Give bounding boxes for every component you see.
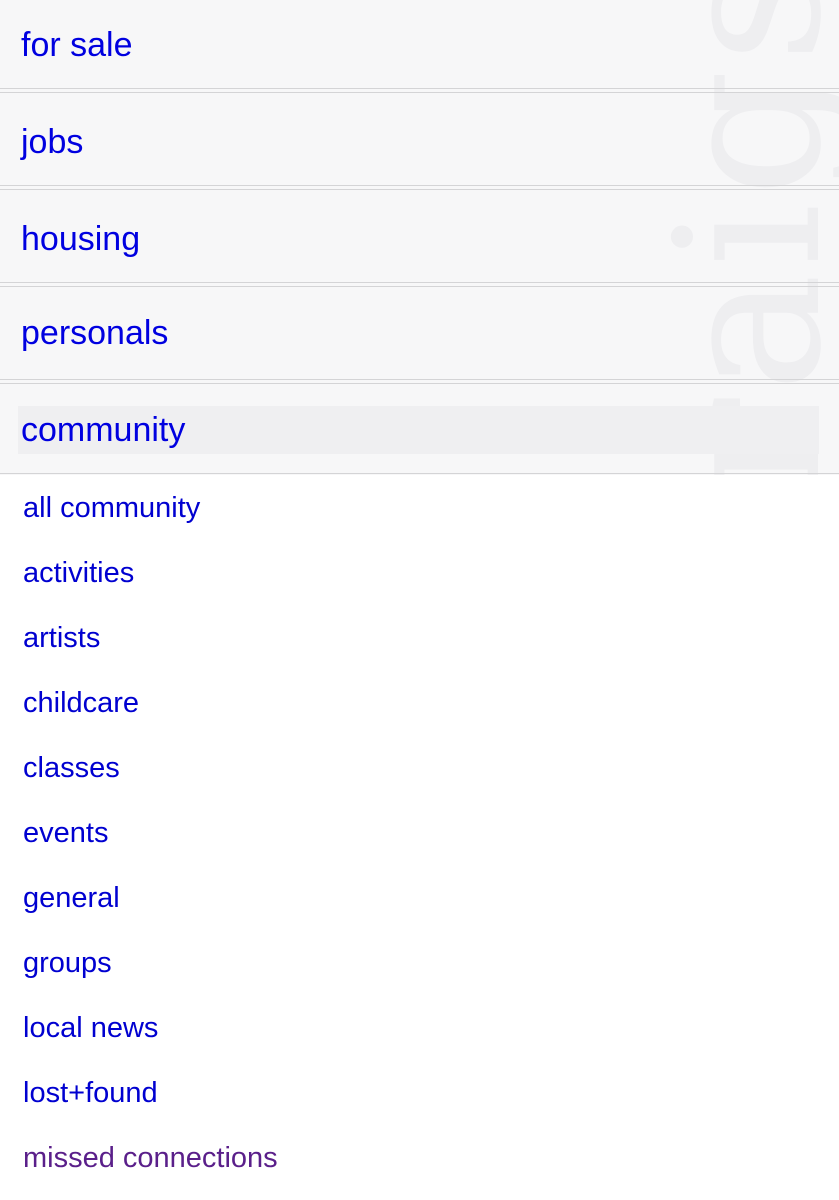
section-for-sale[interactable]: for sale: [0, 0, 839, 93]
list-item-childcare[interactable]: childcare: [23, 686, 139, 720]
list-item-events[interactable]: events: [23, 816, 108, 850]
section-link-housing[interactable]: housing: [21, 219, 140, 259]
craigslist-mobile-page: craigslist for sale jobs housing persona…: [0, 0, 839, 1200]
section-link-personals[interactable]: personals: [21, 313, 168, 353]
list-item-all-community[interactable]: all community: [23, 491, 200, 525]
list-item-lost-found[interactable]: lost+found: [23, 1076, 158, 1110]
list-item-classes[interactable]: classes: [23, 751, 120, 785]
list-item-groups[interactable]: groups: [23, 946, 112, 980]
list-item-artists[interactable]: artists: [23, 621, 100, 655]
section-personals[interactable]: personals: [0, 291, 839, 384]
section-jobs[interactable]: jobs: [0, 97, 839, 190]
list-item-activities[interactable]: activities: [23, 556, 134, 590]
section-link-community[interactable]: community: [21, 410, 185, 450]
section-community[interactable]: community: [0, 386, 839, 474]
list-item-general[interactable]: general: [23, 881, 120, 915]
section-housing[interactable]: housing: [0, 194, 839, 287]
category-sections: craigslist for sale jobs housing persona…: [0, 0, 839, 475]
list-item-missed-connections[interactable]: missed connections: [23, 1141, 278, 1175]
list-item-local-news[interactable]: local news: [23, 1011, 158, 1045]
section-link-jobs[interactable]: jobs: [21, 122, 83, 162]
section-link-for-sale[interactable]: for sale: [21, 25, 133, 65]
